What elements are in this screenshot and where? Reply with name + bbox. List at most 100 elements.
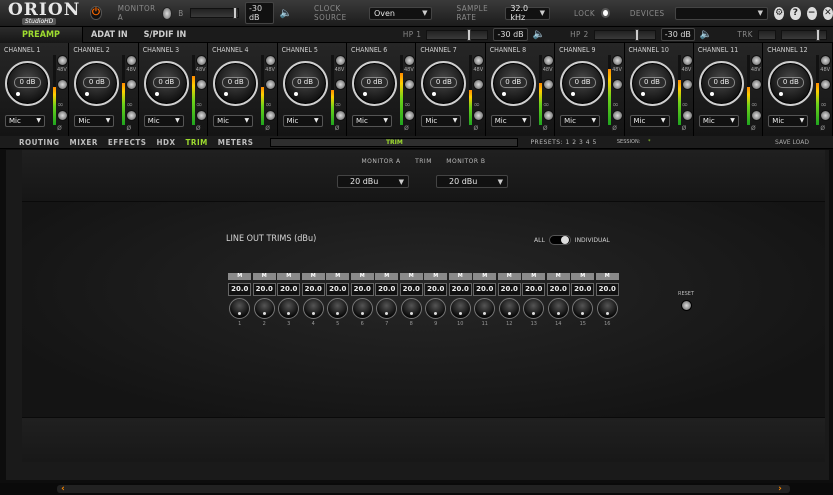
phantom-power-button[interactable] [750, 55, 762, 66]
nav-hdx[interactable]: HDX [151, 138, 180, 147]
hpf-button[interactable] [750, 110, 762, 121]
link-icon[interactable]: ∞ [404, 100, 411, 109]
nav-meters[interactable]: METERS [213, 138, 259, 147]
pad-button[interactable] [403, 79, 415, 90]
mode-toggle[interactable] [548, 235, 571, 245]
pad-button[interactable] [473, 79, 485, 90]
trim-knob[interactable] [229, 298, 251, 319]
phase-icon[interactable]: ø [473, 123, 478, 132]
trim-value[interactable]: 20.0 [424, 283, 448, 296]
trim-knob[interactable] [547, 298, 569, 319]
input-select[interactable]: Mic ▼ [698, 115, 739, 127]
phase-icon[interactable]: ø [57, 123, 62, 132]
phantom-power-button[interactable] [403, 55, 415, 66]
trim-value[interactable]: 20.0 [546, 283, 570, 296]
link-icon[interactable]: ∞ [682, 100, 689, 109]
scroll-track[interactable] [57, 485, 790, 493]
preset-4[interactable]: 4 [586, 139, 590, 146]
preset-5[interactable]: 5 [593, 139, 597, 146]
mute-button[interactable]: M [448, 273, 472, 280]
phantom-power-button[interactable] [820, 55, 832, 66]
speaker-icon[interactable]: 🔈 [280, 8, 292, 19]
pad-button[interactable] [612, 79, 624, 90]
phase-icon[interactable]: ø [404, 123, 409, 132]
scroll-right-icon[interactable]: › [775, 484, 785, 494]
mute-button[interactable]: M [301, 273, 325, 280]
input-select[interactable]: Mic ▼ [282, 115, 323, 127]
pad-button[interactable] [334, 79, 346, 90]
trim-value[interactable]: 20.0 [326, 283, 350, 296]
gain-knob[interactable]: 0 dB [213, 61, 259, 106]
devices-select[interactable]: ▼ [674, 6, 769, 20]
trim-knob[interactable] [449, 298, 471, 319]
trim-value[interactable]: 20.0 [571, 283, 595, 296]
link-icon[interactable]: ∞ [196, 100, 203, 109]
trk-fader[interactable] [758, 29, 776, 40]
mute-button[interactable]: M [473, 273, 497, 280]
mute-button[interactable]: M [497, 273, 521, 280]
trim-value[interactable]: 20.0 [252, 283, 276, 296]
phantom-power-button[interactable] [126, 55, 138, 66]
pad-button[interactable] [820, 79, 832, 90]
trim-knob[interactable] [351, 298, 373, 319]
trim-value[interactable]: 20.0 [277, 283, 301, 296]
nav-effects[interactable]: EFFECTS [103, 138, 152, 147]
mute-button[interactable]: M [252, 273, 276, 280]
pad-button[interactable] [542, 79, 554, 90]
trim-knob[interactable] [498, 298, 520, 319]
trim-value[interactable]: 20.0 [473, 283, 497, 296]
gain-knob[interactable]: 0 dB [490, 61, 536, 106]
link-icon[interactable]: ∞ [751, 100, 758, 109]
preset-3[interactable]: 3 [579, 139, 583, 146]
phase-icon[interactable]: ø [751, 123, 756, 132]
trk-fader-thumb[interactable] [816, 28, 820, 41]
pad-button[interactable] [126, 79, 138, 90]
gain-knob[interactable]: 0 dB [74, 61, 120, 106]
gain-knob[interactable]: 0 dB [421, 61, 467, 106]
mute-button[interactable]: M [595, 273, 619, 280]
gain-knob[interactable]: 0 dB [5, 61, 50, 106]
mute-button[interactable]: M [375, 273, 399, 280]
trim-value[interactable]: 20.0 [497, 283, 521, 296]
link-icon[interactable]: ∞ [265, 100, 272, 109]
gain-knob[interactable]: 0 dB [629, 61, 675, 106]
phase-icon[interactable]: ø [820, 123, 825, 132]
input-select[interactable]: Mic ▼ [768, 115, 809, 127]
minimize-icon[interactable]: − [806, 6, 817, 20]
input-select[interactable]: Mic ▼ [5, 115, 45, 127]
monitor-fader-thumb[interactable] [232, 7, 237, 19]
trim-value[interactable]: 20.0 [448, 283, 472, 296]
hpf-button[interactable] [612, 110, 624, 121]
input-select[interactable]: Mic ▼ [143, 115, 184, 127]
clock-source-select[interactable]: Oven ▼ [368, 6, 433, 20]
input-select[interactable]: Mic ▼ [421, 115, 462, 127]
link-icon[interactable]: ∞ [543, 100, 550, 109]
hpf-button[interactable] [195, 110, 207, 121]
preset-2[interactable]: 2 [572, 139, 576, 146]
phase-icon[interactable]: ø [126, 123, 131, 132]
phase-icon[interactable]: ø [265, 123, 270, 132]
tab-preamp[interactable]: PREAMP [0, 26, 83, 43]
monitor-a-trim-select[interactable]: 20 dBu ▼ [337, 175, 409, 188]
link-icon[interactable]: ∞ [335, 100, 342, 109]
settings-gear-icon[interactable]: ⚙ [774, 6, 785, 20]
hp1-fader[interactable] [426, 28, 489, 41]
power-icon[interactable]: ⏻ [90, 6, 102, 20]
hpf-button[interactable] [126, 110, 138, 121]
trim-value[interactable]: 20.0 [522, 283, 546, 296]
hpf-button[interactable] [265, 110, 277, 121]
mute-button[interactable]: M [546, 273, 570, 280]
monitor-fader[interactable] [189, 7, 239, 19]
trim-knob[interactable] [376, 298, 398, 319]
trim-value[interactable]: 20.0 [375, 283, 399, 296]
nav-trim[interactable]: TRIM [181, 138, 213, 147]
hp2-fader[interactable] [593, 28, 656, 41]
trim-value[interactable]: 20.0 [399, 283, 423, 296]
gain-knob[interactable]: 0 dB [768, 61, 814, 106]
link-icon[interactable]: ∞ [126, 100, 133, 109]
trim-knob[interactable] [327, 298, 349, 319]
phase-icon[interactable]: ø [335, 123, 340, 132]
phantom-power-button[interactable] [612, 55, 624, 66]
close-icon[interactable]: ✕ [822, 6, 833, 20]
hpf-button[interactable] [473, 110, 485, 121]
